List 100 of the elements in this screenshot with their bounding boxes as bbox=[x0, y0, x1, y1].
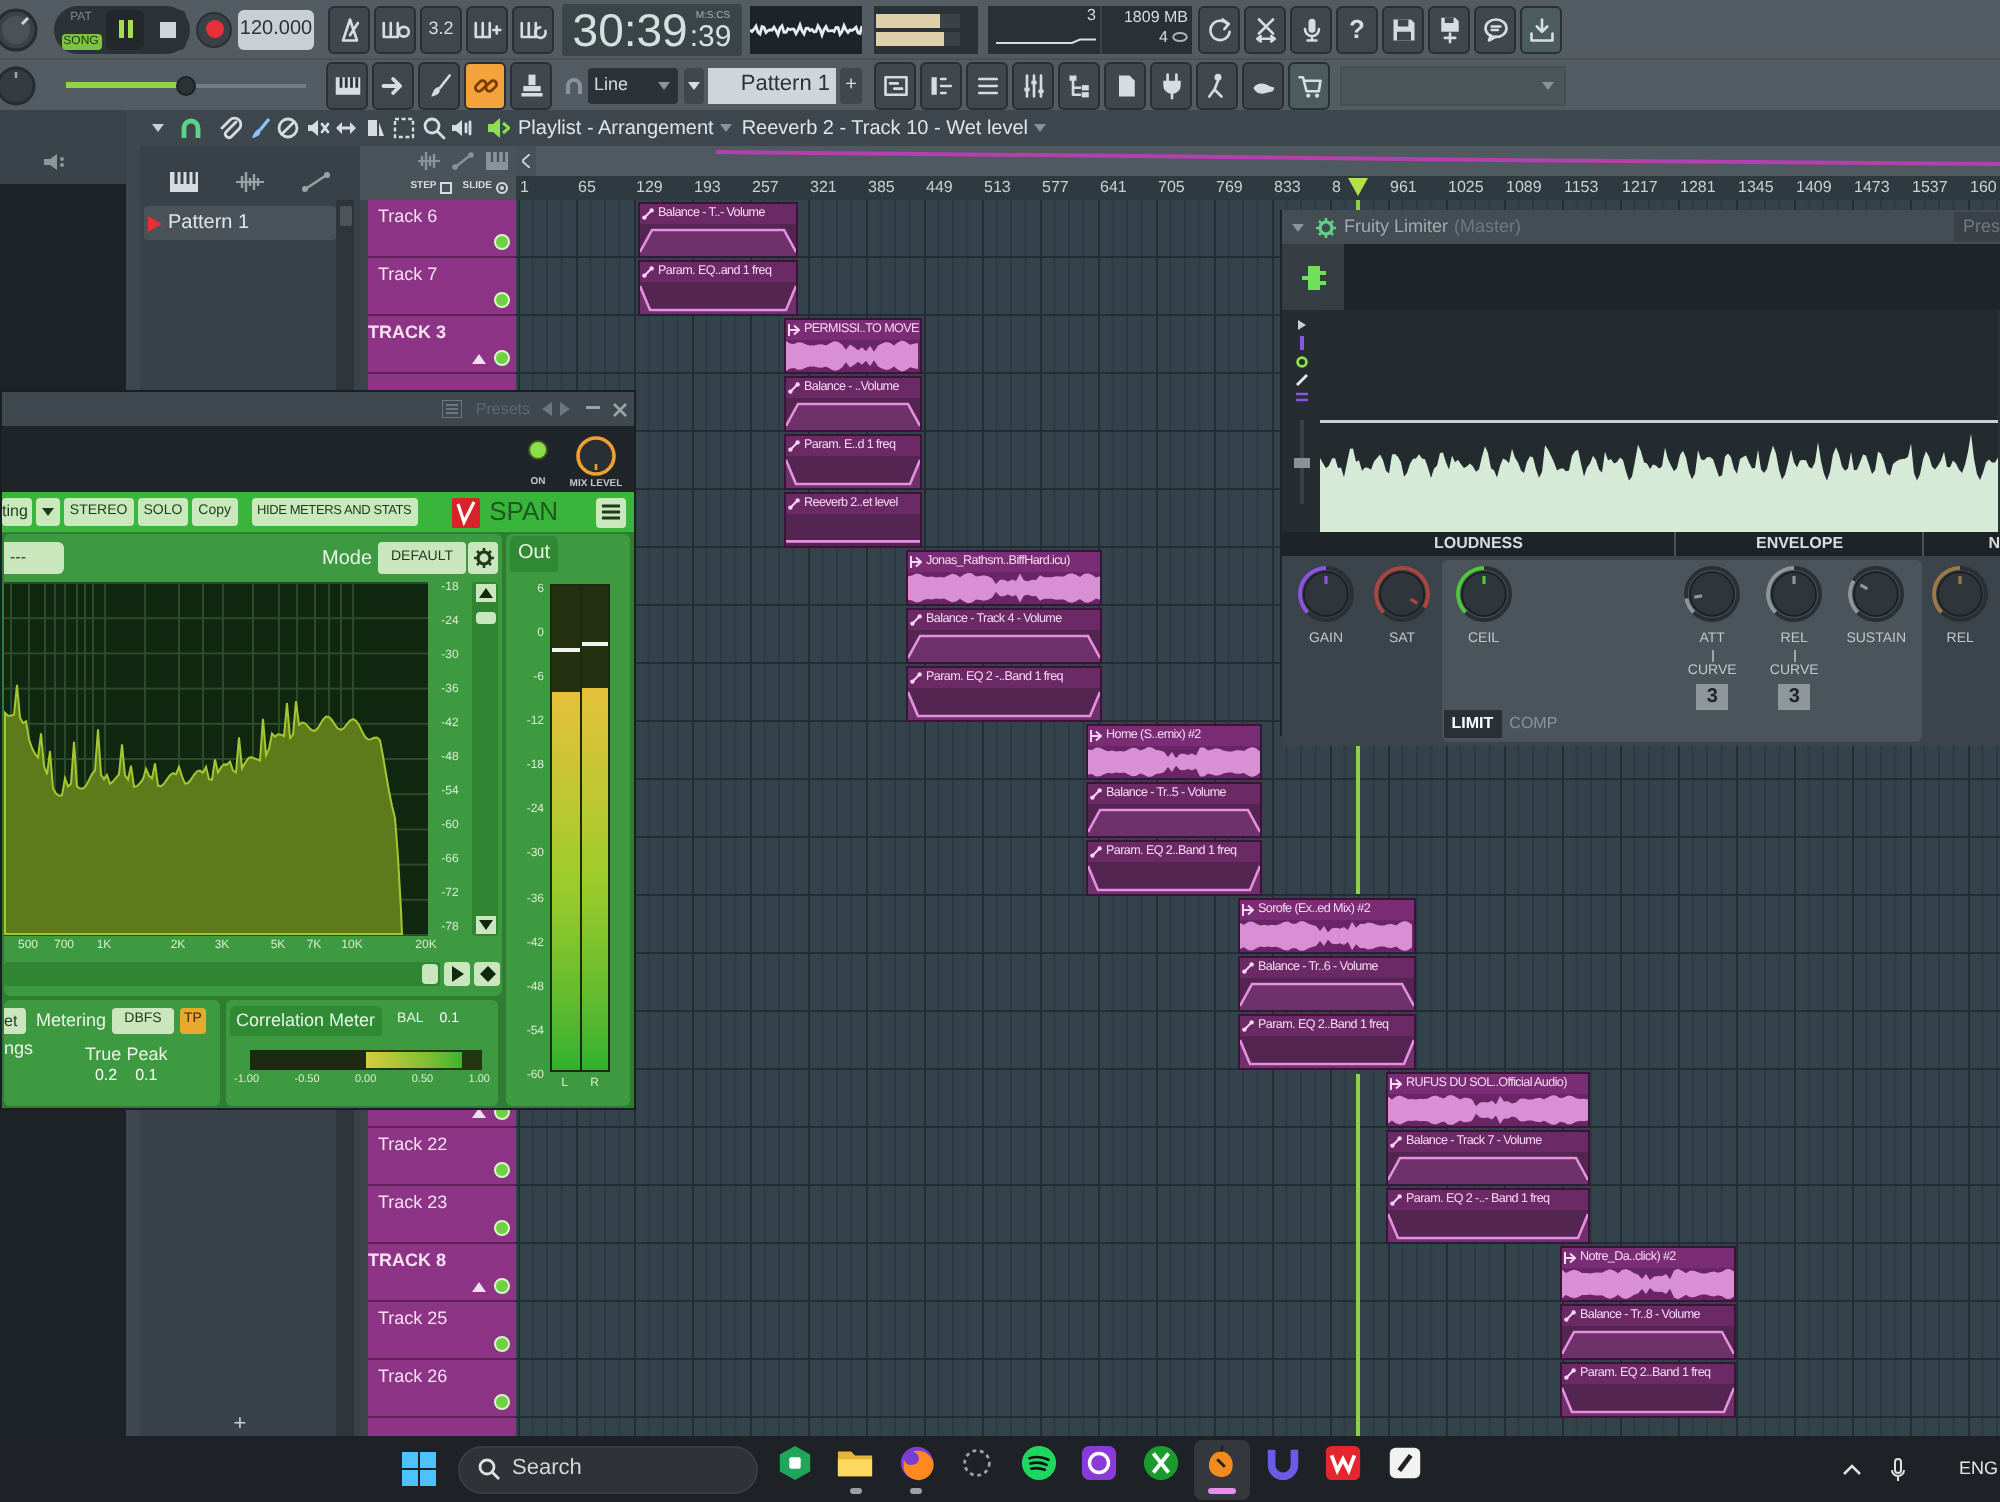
knob-icon[interactable] bbox=[1846, 564, 1907, 624]
track-header[interactable]: Track 25 bbox=[368, 1302, 516, 1360]
ring-icon[interactable] bbox=[1295, 356, 1307, 368]
reset-button[interactable]: et bbox=[4, 1008, 26, 1034]
file-button[interactable] bbox=[1104, 61, 1146, 109]
brush-button[interactable] bbox=[418, 61, 460, 109]
microphone-icon[interactable] bbox=[1890, 1457, 1907, 1481]
timeline-ruler[interactable]: 1 65 129 193 257 321 385 449 513 577 641 705 769 833 8 961 1025 1089 1153 1217 1281 1345 1409 1473 1537 160 bbox=[516, 176, 2000, 200]
status-dot-icon[interactable] bbox=[494, 1336, 510, 1352]
knob-icon[interactable] bbox=[1453, 564, 1514, 624]
track-header[interactable]: TRACK 8 bbox=[368, 1244, 516, 1302]
diamond-button[interactable] bbox=[474, 962, 500, 986]
speaker-icon[interactable] bbox=[450, 116, 474, 140]
slider-thumb[interactable] bbox=[176, 75, 196, 95]
menu-button[interactable] bbox=[596, 497, 626, 527]
tree-button[interactable] bbox=[1058, 61, 1100, 109]
settings-button[interactable] bbox=[468, 542, 498, 574]
vertical-scrollbar[interactable] bbox=[472, 582, 498, 936]
prohibited-icon[interactable] bbox=[276, 116, 300, 140]
figure-button[interactable] bbox=[1196, 61, 1238, 109]
waveform-icon[interactable] bbox=[418, 152, 440, 170]
scroll-down-icon[interactable] bbox=[475, 916, 495, 934]
mute-icon[interactable] bbox=[305, 116, 329, 140]
play-icon[interactable] bbox=[1297, 320, 1305, 330]
collapse-arrow-icon[interactable] bbox=[472, 1107, 486, 1117]
scroll-up-icon[interactable] bbox=[475, 584, 495, 602]
zoom-icon[interactable] bbox=[421, 116, 445, 140]
scroll-left-button[interactable] bbox=[516, 146, 536, 176]
preset-button[interactable]: --- bbox=[4, 542, 64, 574]
scrollbar-thumb[interactable] bbox=[339, 206, 351, 226]
number-button[interactable]: 3.2 bbox=[420, 5, 462, 53]
checkbox-icon[interactable] bbox=[440, 182, 453, 194]
plug-button[interactable] bbox=[1150, 61, 1192, 109]
scrollbar-thumb[interactable] bbox=[422, 964, 438, 984]
track-header[interactable]: TRACK 3 bbox=[368, 316, 516, 374]
download-button[interactable] bbox=[1520, 5, 1562, 53]
paperclip-icon[interactable] bbox=[218, 116, 242, 140]
speaker-icon[interactable] bbox=[486, 116, 510, 140]
track-header[interactable]: Track 23 bbox=[368, 1186, 516, 1244]
play-button[interactable] bbox=[444, 962, 470, 986]
automation-icon[interactable] bbox=[301, 172, 330, 192]
save-button[interactable] bbox=[1382, 5, 1424, 53]
knob-icon[interactable] bbox=[576, 436, 616, 476]
playlist-button[interactable] bbox=[874, 61, 916, 109]
metronome-button[interactable] bbox=[328, 5, 370, 53]
comb-loop-button[interactable] bbox=[512, 5, 554, 53]
windows-logo-icon[interactable] bbox=[402, 1452, 436, 1486]
close-icon[interactable] bbox=[612, 401, 628, 417]
cart-button[interactable] bbox=[1288, 61, 1330, 109]
status-dot-icon[interactable] bbox=[494, 1162, 510, 1178]
dropdown-field[interactable] bbox=[1340, 65, 1566, 105]
status-dot-icon[interactable] bbox=[494, 350, 510, 366]
slider-handle[interactable] bbox=[1293, 457, 1309, 467]
toolbar-button[interactable]: ting bbox=[2, 498, 32, 526]
output-tab[interactable]: Out bbox=[510, 536, 558, 572]
playhead-line[interactable] bbox=[1356, 740, 1360, 894]
gear-icon[interactable] bbox=[1316, 217, 1336, 237]
comb-clock-button[interactable] bbox=[374, 5, 416, 53]
minimize-icon[interactable] bbox=[586, 406, 600, 412]
tempo-field[interactable]: 120.000 bbox=[238, 9, 314, 49]
power-led-icon[interactable] bbox=[528, 440, 548, 460]
pattern-selector[interactable]: Pattern 1 bbox=[708, 67, 836, 103]
speaker-icon[interactable] bbox=[41, 152, 65, 172]
pencil-icon[interactable] bbox=[1295, 374, 1307, 386]
language-indicator[interactable]: ENG bbox=[1958, 1455, 1998, 1483]
leaf-button[interactable] bbox=[1242, 61, 1284, 109]
brush-icon[interactable] bbox=[247, 116, 271, 140]
chat-button[interactable] bbox=[1474, 5, 1516, 53]
comb-plus-button[interactable] bbox=[466, 5, 508, 53]
arrow-button[interactable] bbox=[372, 61, 414, 109]
correlation-tab[interactable]: Correlation Meter bbox=[230, 1006, 382, 1036]
vertical-slider[interactable] bbox=[1293, 420, 1309, 504]
knob-icon[interactable] bbox=[1930, 564, 1991, 624]
plug-icon[interactable] bbox=[1299, 265, 1327, 289]
curve-value-field[interactable]: 3 bbox=[1696, 684, 1729, 710]
piano-icon[interactable] bbox=[170, 172, 199, 192]
help-button[interactable]: ? bbox=[1336, 5, 1378, 53]
magnet-icon[interactable] bbox=[180, 117, 202, 139]
waveform-icon[interactable] bbox=[235, 172, 264, 192]
curve-value-field[interactable]: 3 bbox=[1778, 684, 1811, 710]
pitch-slider[interactable] bbox=[66, 75, 306, 95]
steps-button[interactable] bbox=[920, 61, 962, 109]
dropdown-button[interactable] bbox=[35, 498, 60, 526]
search-field[interactable]: Search bbox=[458, 1445, 758, 1493]
pause-button[interactable] bbox=[106, 9, 144, 49]
piano-roll-button[interactable] bbox=[326, 61, 368, 109]
mode-tab[interactable]: LIMIT bbox=[1443, 710, 1502, 738]
equals-icon[interactable] bbox=[1295, 392, 1307, 402]
add-track-button[interactable]: + bbox=[144, 1412, 336, 1436]
microphone-button[interactable] bbox=[1290, 5, 1332, 53]
pattern-item[interactable]: Pattern 1 bbox=[144, 206, 336, 240]
stamp-button[interactable] bbox=[510, 61, 552, 109]
automation-icon[interactable] bbox=[452, 152, 474, 170]
status-dot-icon[interactable] bbox=[494, 292, 510, 308]
status-dot-icon[interactable] bbox=[494, 1278, 510, 1294]
list-button[interactable] bbox=[966, 61, 1008, 109]
double-arrow-icon[interactable] bbox=[334, 116, 358, 140]
scrollbar-thumb[interactable] bbox=[475, 612, 495, 624]
record-button[interactable] bbox=[196, 11, 232, 47]
knob-icon[interactable] bbox=[1296, 564, 1356, 624]
